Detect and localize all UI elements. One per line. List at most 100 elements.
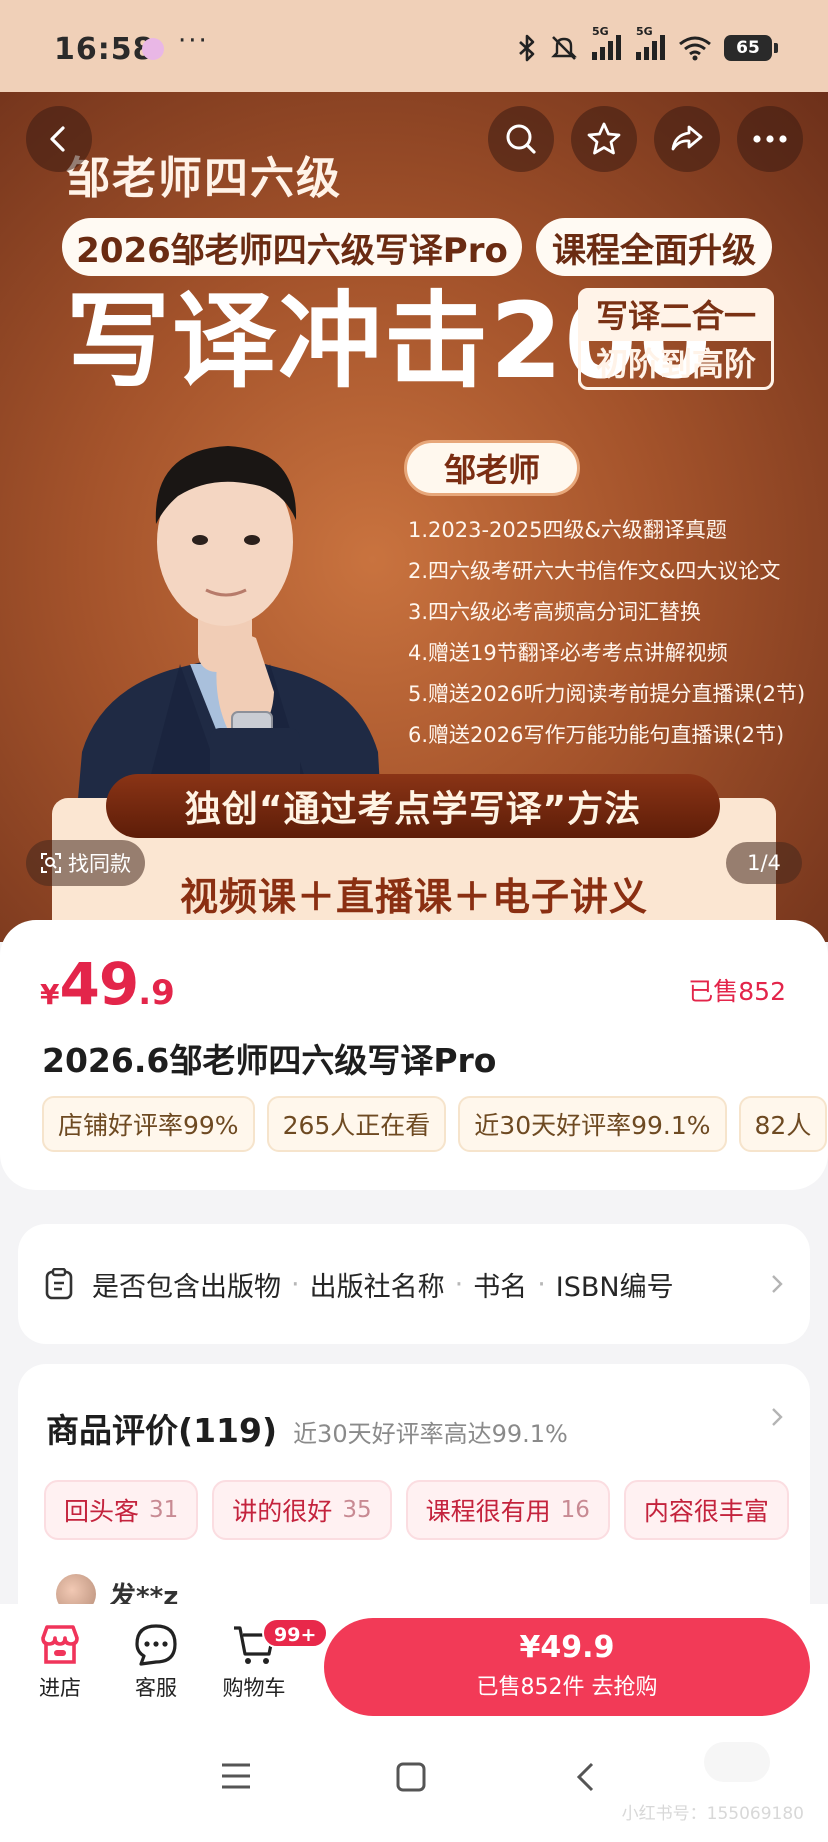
method-subtitle: 视频课＋直播课＋电子讲义 [179,875,648,919]
chevron-right-icon [772,1408,783,1426]
review-tag-label: 课程很有用 [425,1497,551,1526]
watermark-text: 小红书号：155069180 [621,1804,804,1824]
reviews-subtitle: 近30天好评率高达99.1% [293,1420,568,1448]
separator: · [454,1268,464,1300]
product-tag[interactable]: 82人 [738,1096,828,1152]
review-tag-count: 31 [149,1497,179,1523]
teacher-name-pill: 邹老师 [404,440,580,496]
battery-icon: 65 [724,35,778,61]
separator: · [537,1268,546,1300]
feature-item: 1.2023-2025四级&六级翻译真题 [408,518,727,542]
review-tag-label: 内容很丰富 [643,1497,769,1526]
price-integer: 49 [59,950,139,1018]
hero-brand: 邹老师四六级 [66,153,342,204]
review-tag[interactable]: 内容很丰富 [623,1480,789,1540]
hero-upgrade-pill: 课程全面升级 [536,218,772,276]
back-nav-icon[interactable] [574,1762,596,1792]
document-icon [45,1268,73,1300]
share-icon [671,125,703,151]
store-button[interactable]: 进店 [24,1622,96,1702]
reviews-header: 商品评价(119) 近30天好评率高达99.1% [46,1404,568,1452]
store-icon [41,1625,79,1664]
price-decimal: .9 [138,973,175,1013]
find-same-button[interactable]: 找同款 [26,840,145,886]
method-banner: 独创“通过考点学写译”方法 [106,774,720,838]
wifi-icon [679,36,711,61]
store-label: 进店 [39,1676,81,1700]
bottom-action-bar: 进店 客服 购物车 99+ ¥49.9 已售852件 去抢购 [0,1604,828,1722]
review-tag-count: 35 [342,1497,372,1523]
review-tags: 回头客 31 讲的很好 35 课程很有用 16 内容很丰富 [44,1480,789,1540]
price: ¥ 49 .9 [40,950,175,1018]
service-label: 客服 [135,1676,177,1700]
feature-item: 4.赠送19节翻译必考考点讲解视频 [408,641,728,665]
star-icon [587,122,621,155]
mute-icon [551,36,577,60]
bluetooth-icon [519,34,535,62]
reviewer-name: 发**z [110,1581,179,1605]
product-params-row[interactable]: 是否包含出版物 · 出版社名称 · 书名 · ISBN编号 [18,1224,810,1344]
product-image-carousel[interactable]: 邹老师四六级 2026邹老师四六级写译Pro 课程全面升级 写译冲击200 写译… [0,92,828,942]
status-icons: 5G 5G 65 [516,25,778,62]
status-time: 16:58 [54,32,155,67]
param-item: 出版社名称 [309,1271,445,1303]
menu-icon[interactable] [220,1762,252,1790]
signal-label-2: 5G [636,25,653,38]
image-pager: 1/4 [726,842,802,884]
hero-box-top: 写译二合一 [581,291,771,341]
status-bar: 16:58 ··· 5G 5G 65 [0,0,828,92]
review-tag[interactable]: 回头客 31 [44,1480,199,1540]
customer-service-button[interactable]: 客服 [120,1622,192,1702]
reviews-section[interactable]: 商品评价(119) 近30天好评率高达99.1% 回头客 31 讲的很好 35 课程… [18,1364,810,1604]
review-tag-count: 16 [560,1497,590,1523]
avatar [56,1574,96,1604]
param-list: 是否包含出版物 · 出版社名称 · 书名 · ISBN编号 [92,1265,770,1304]
favorite-button[interactable] [571,106,637,172]
feature-list: 1.2023-2025四级&六级翻译真题 2.四六级考研六大书信作文&四大议论文… [408,510,805,756]
review-tag-label: 讲的很好 [232,1497,333,1526]
status-more-dots: ··· [178,26,209,56]
param-item: ISBN编号 [555,1271,674,1303]
signal-label-1: 5G [592,25,609,38]
buy-now-button[interactable]: ¥49.9 已售852件 去抢购 [324,1618,810,1716]
separator: · [291,1268,300,1300]
feature-item: 3.四六级必考高频高分词汇替换 [408,600,702,624]
hero-course-pill: 2026邹老师四六级写译Pro [62,218,522,276]
chat-icon [135,1624,177,1666]
product-tag[interactable]: 近30天好评率99.1% [458,1096,727,1152]
buy-price: ¥49.9 [519,1630,615,1665]
reviews-title: 商品评价(119) [46,1411,278,1450]
cart-label: 购物车 [222,1676,286,1700]
product-title: 2026.6邹老师四六级写译Pro [42,1041,497,1080]
feature-item: 2.四六级考研六大书信作文&四大议论文 [408,559,781,583]
home-icon[interactable] [396,1762,426,1792]
signal-icon-2: 5G [634,25,666,61]
more-icon [753,135,787,143]
share-button[interactable] [654,106,720,172]
param-item: 是否包含出版物 [92,1271,281,1303]
cart-badge: 99+ [262,1618,329,1648]
review-tag-label: 回头客 [64,1497,140,1526]
search-icon [506,124,536,154]
app-notification-icon [142,38,164,60]
chevron-right-icon [772,1275,783,1293]
search-button[interactable] [488,106,554,172]
product-tag[interactable]: 265人正在看 [266,1096,447,1152]
param-item: 书名 [473,1271,528,1303]
scan-icon [41,853,61,873]
feature-item: 5.赠送2026听力阅读考前提分直播课(2节) [408,682,806,706]
sold-count: 已售852 [688,977,786,1006]
back-button[interactable] [26,106,92,172]
hero-box-bottom: 初阶到高阶 [595,345,756,383]
find-same-label: 找同款 [68,852,131,876]
buy-subtitle: 已售852件 去抢购 [476,1675,658,1700]
system-nav-bar: 小红书号：155069180 [0,1722,828,1842]
price-currency: ¥ [40,978,60,1011]
back-icon [50,126,65,152]
review-tag[interactable]: 讲的很好 35 [212,1480,392,1540]
product-tag[interactable]: 店铺好评率99% [42,1096,255,1152]
more-button[interactable] [737,106,803,172]
product-tags: 店铺好评率99% 265人正在看 近30天好评率99.1% 82人 [42,1096,828,1152]
review-tag[interactable]: 课程很有用 16 [405,1480,610,1540]
reviewer[interactable]: 发**z [56,1574,178,1604]
